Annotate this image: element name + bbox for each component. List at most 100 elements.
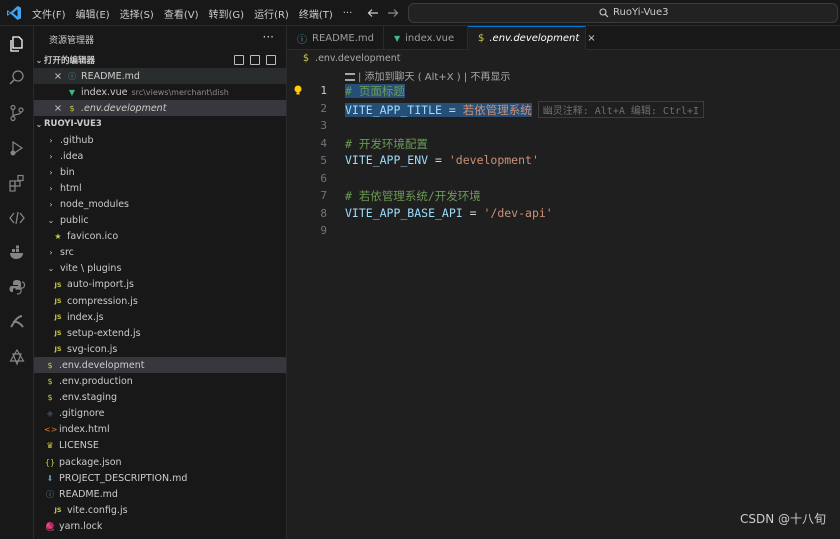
javascript-icon: JS [54, 506, 62, 515]
info-icon: ⓘ [68, 71, 76, 81]
code-editor[interactable]: | 添加到聊天 ( Alt+X ) | 不再显示 1 2 3 4 5 6 7 8… [287, 66, 840, 539]
dollar-icon: $ [47, 393, 53, 403]
menu-view[interactable]: 查看(V) [164, 6, 199, 21]
tree-item[interactable]: JS auto-import.js [34, 277, 286, 293]
tab-env-development[interactable]: $ .env.development × [468, 26, 596, 50]
tree-item[interactable]: <> index.html [34, 422, 286, 438]
ai-assistant-icon[interactable] [8, 348, 26, 366]
line-number: 4 [320, 136, 327, 150]
tree-item[interactable]: ⌄ vite \ plugins [34, 261, 286, 277]
command-center-label: RuoYi-Vue3 [613, 7, 669, 18]
dollar-icon: $ [69, 103, 75, 113]
tree-item-label: auto-import.js [67, 279, 134, 291]
command-center[interactable]: RuoYi-Vue3 [408, 3, 838, 23]
docker-icon[interactable] [8, 244, 26, 262]
tree-item[interactable]: JS setup-extend.js [34, 325, 286, 341]
close-all-icon[interactable] [266, 55, 276, 65]
tab-index-vue[interactable]: ▼ index.vue [384, 26, 468, 50]
tree-item[interactable]: ★ favicon.ico [34, 229, 286, 245]
line-number: 8 [320, 206, 327, 220]
back-arrow-icon[interactable] [366, 6, 382, 20]
favicon-icon: ★ [54, 232, 62, 242]
python-icon[interactable] [8, 278, 26, 296]
menu-file[interactable]: 文件(F) [32, 6, 66, 21]
menu-run[interactable]: 运行(R) [254, 6, 289, 21]
tree-item-label: bin [60, 166, 75, 178]
code-line-4: # 开发环境配置 [345, 136, 428, 152]
tree-item[interactable]: ◈ .gitignore [34, 406, 286, 422]
chevron-down-icon: ⌄ [47, 216, 55, 225]
source-control-icon[interactable] [8, 104, 26, 122]
line-number: 2 [320, 101, 327, 115]
tree-item[interactable]: $ .env.development [34, 357, 286, 374]
markdown-icon: ⬇ [46, 473, 54, 483]
tree-item-label: PROJECT_DESCRIPTION.md [59, 472, 188, 484]
tree-item[interactable]: › html [34, 180, 286, 196]
tree-item[interactable]: › src [34, 245, 286, 261]
nav-arrows [366, 6, 406, 20]
open-editor-index-vue[interactable]: ▼ index.vue src\views\merchant\dish [34, 84, 286, 100]
tree-item-label: index.js [67, 311, 104, 323]
vue-icon: ▼ [394, 33, 401, 43]
tree-item[interactable]: ⬇ PROJECT_DESCRIPTION.md [34, 470, 286, 486]
save-all-icon[interactable] [250, 55, 260, 65]
menu-terminal[interactable]: 终端(T) [299, 6, 333, 21]
tree-item[interactable]: JS svg-icon.js [34, 341, 286, 357]
menu-go[interactable]: 转到(G) [209, 6, 245, 21]
tree-item[interactable]: ♛ LICENSE [34, 438, 286, 454]
chevron-down-icon: ⌄ [35, 119, 43, 129]
env-key: VITE_APP_TITLE [345, 102, 442, 117]
assign-operator: = [441, 102, 463, 117]
chat-hint-text[interactable]: | 添加到聊天 ( Alt+X ) | 不再显示 [358, 72, 510, 83]
tree-item[interactable]: › .idea [34, 148, 286, 164]
cline-icon[interactable] [8, 313, 26, 331]
tree-item[interactable]: › bin [34, 164, 286, 180]
forward-arrow-icon[interactable] [386, 6, 402, 20]
explorer-more-button[interactable]: ··· [263, 30, 274, 44]
close-icon[interactable]: × [52, 103, 64, 114]
code-line-5: VITE_APP_ENV = 'development' [345, 153, 539, 167]
close-icon[interactable]: × [52, 71, 64, 82]
tree-item[interactable]: ⌄ public [34, 213, 286, 229]
vscode-logo-icon [7, 6, 21, 20]
tree-item[interactable]: $ .env.staging [34, 390, 286, 406]
menu-more[interactable]: ··· [343, 8, 353, 19]
explorer-icon[interactable] [8, 35, 26, 53]
code-line-1: # 页面标题 [345, 83, 405, 99]
tree-item[interactable]: {} package.json [34, 454, 286, 470]
tree-item[interactable]: JS compression.js [34, 293, 286, 309]
chevron-right-icon: › [49, 248, 53, 258]
menu-edit[interactable]: 编辑(E) [76, 6, 110, 21]
close-icon[interactable]: × [587, 33, 595, 44]
new-file-icon[interactable] [234, 55, 244, 65]
tree-item-label: index.html [59, 424, 110, 436]
tree-item[interactable]: ⓘ README.md [34, 486, 286, 502]
tree-item[interactable]: JS index.js [34, 309, 286, 325]
license-icon: ♛ [46, 441, 54, 451]
run-debug-icon[interactable] [8, 139, 26, 157]
menu-selection[interactable]: 选择(S) [120, 6, 154, 21]
tree-item[interactable]: › node_modules [34, 196, 286, 212]
chevron-right-icon: › [49, 135, 53, 145]
extensions-icon[interactable] [8, 174, 26, 192]
project-header[interactable]: ⌄ RUOYI-VUE3 [34, 116, 286, 132]
line-number: 1 [320, 84, 327, 97]
tree-item[interactable]: › .github [34, 132, 286, 148]
open-editor-path: src\views\merchant\dish [131, 87, 229, 97]
tree-item-label: compression.js [67, 295, 138, 307]
tree-item[interactable]: JS vite.config.js [34, 502, 286, 518]
search-icon[interactable] [8, 69, 26, 87]
comment-text: # 开发环境配置 [345, 136, 428, 151]
tree-item-label: setup-extend.js [67, 327, 141, 339]
open-editors-header[interactable]: ⌄ 打开的编辑器 [34, 52, 286, 68]
tab-readme[interactable]: ⓘ README.md [287, 26, 384, 50]
open-editor-label: index.vue [81, 86, 128, 98]
open-editor-env-development[interactable]: × $ .env.development [34, 100, 286, 116]
env-key: VITE_APP_BASE_API [345, 205, 463, 220]
tree-item[interactable]: $ .env.production [34, 374, 286, 390]
open-editor-readme[interactable]: × ⓘ README.md [34, 68, 286, 84]
breadcrumb[interactable]: $ .env.development [303, 53, 401, 64]
open-editor-label: README.md [81, 70, 140, 82]
tree-item[interactable]: 🧶 yarn.lock [34, 518, 286, 534]
remote-explorer-icon[interactable] [8, 209, 26, 227]
